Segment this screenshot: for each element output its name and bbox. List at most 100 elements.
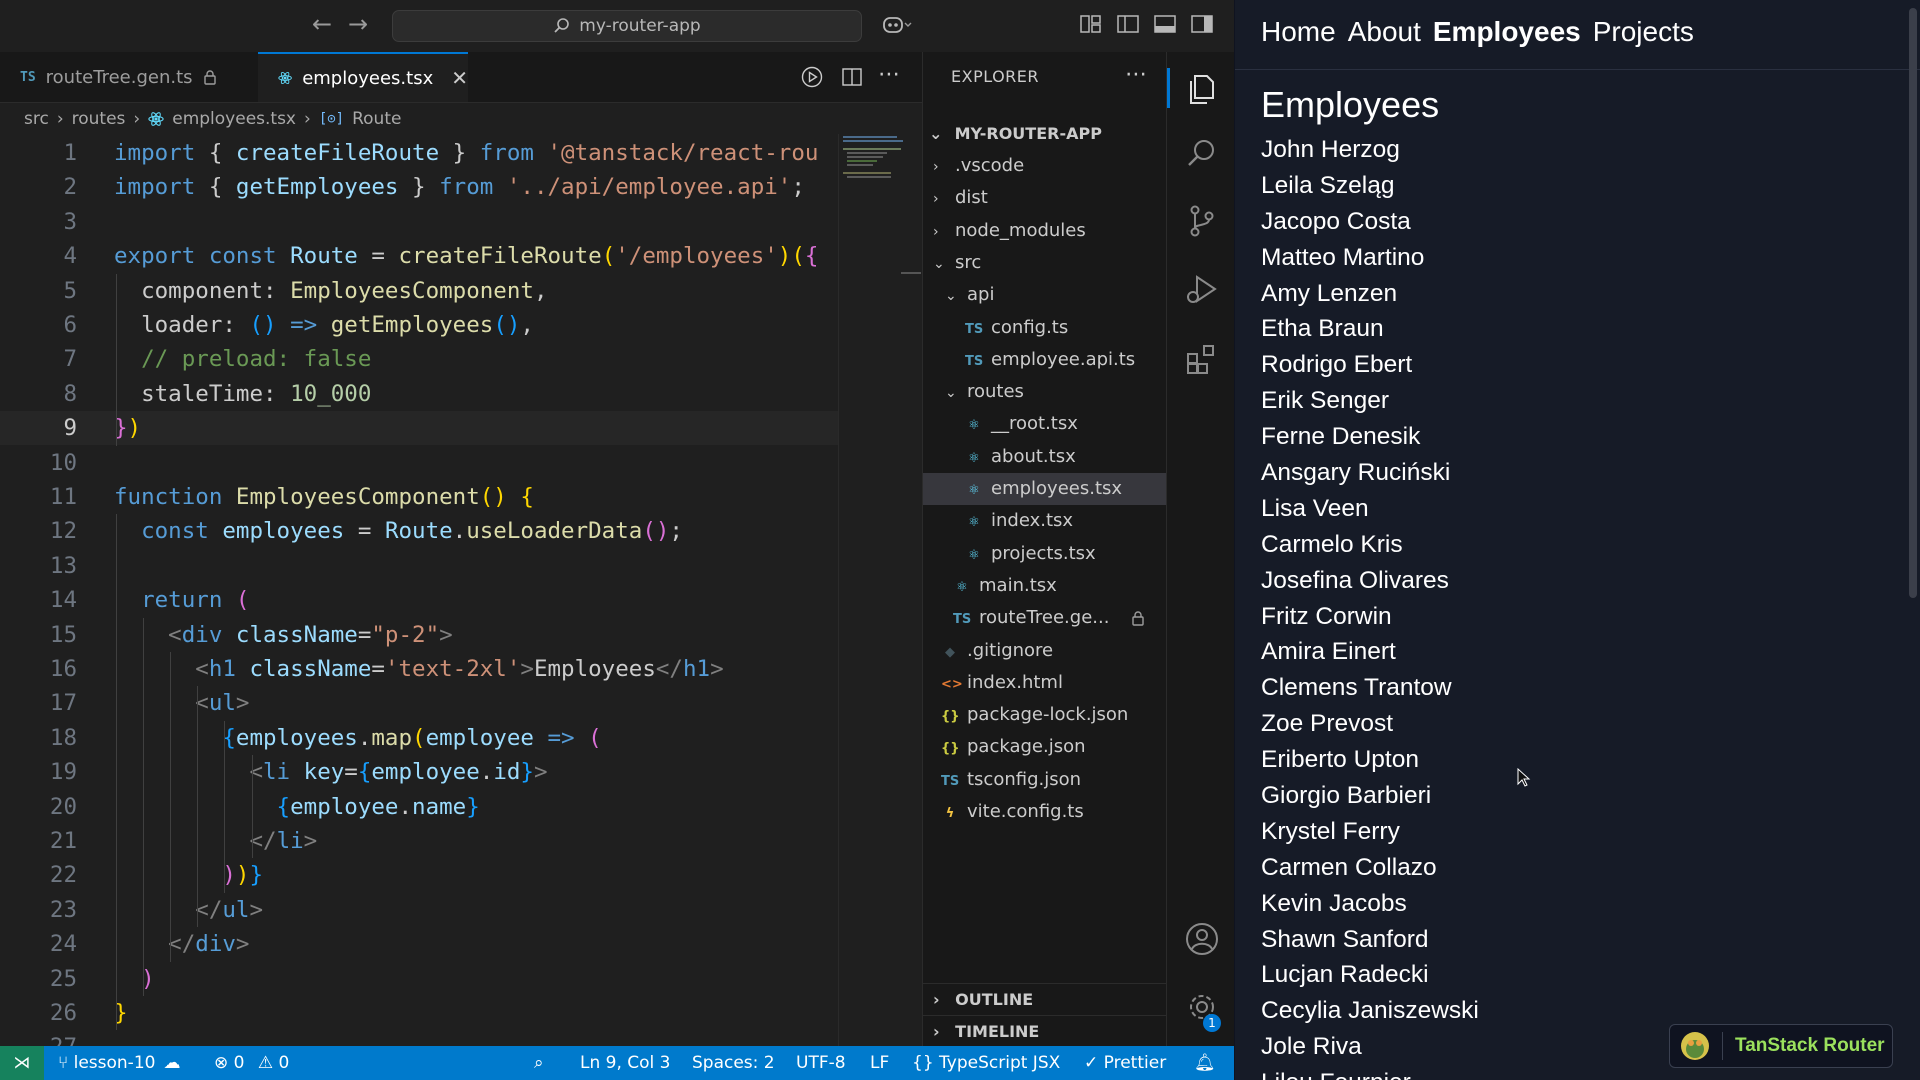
code-line[interactable]: 14 return ( xyxy=(0,583,838,617)
forward-arrow-icon[interactable]: → xyxy=(348,10,368,38)
explorer-file[interactable]: TS routeTree.ge... xyxy=(923,602,1167,634)
cursor-position[interactable]: Ln 9, Col 3 xyxy=(580,1046,671,1080)
code-line[interactable]: 3 xyxy=(0,205,838,239)
tab-employees-tsx[interactable]: employees.tsx ✕ xyxy=(258,52,468,102)
explorer-folder[interactable]: › .vscode xyxy=(923,150,1167,182)
nav-link-projects[interactable]: Projects xyxy=(1593,16,1694,48)
explorer-file[interactable]: TS tsconfig.json xyxy=(923,764,1167,796)
indentation[interactable]: Spaces: 2 xyxy=(692,1046,775,1080)
end-of-line[interactable]: LF xyxy=(870,1046,889,1080)
code-line[interactable]: 15 <div className="p-2"> xyxy=(0,618,838,652)
minimap[interactable] xyxy=(838,134,923,1046)
code-line[interactable]: 2 import { getEmployees } from '../api/em… xyxy=(0,170,838,204)
extensions-icon[interactable] xyxy=(1185,342,1219,376)
timeline-section[interactable]: › TIMELINE xyxy=(923,1015,1167,1048)
run-debug-icon[interactable] xyxy=(1185,272,1219,306)
code-line[interactable]: 24 </div> xyxy=(0,927,838,961)
explorer-file[interactable]: ⚛ projects.tsx xyxy=(923,538,1167,570)
remote-indicator-icon[interactable]: ⋊ xyxy=(0,1046,44,1080)
explorer-folder[interactable]: ⌄ src xyxy=(923,247,1167,279)
toggle-primary-sidebar-icon[interactable] xyxy=(1117,14,1139,34)
explorer-file[interactable]: ⚛ main.tsx xyxy=(923,570,1167,602)
code-line[interactable]: 7 // preload: false xyxy=(0,342,838,376)
chevron-down-icon: ⌄ xyxy=(945,385,957,402)
back-arrow-icon[interactable]: ← xyxy=(312,10,332,38)
code-line[interactable]: 6 loader: () => getEmployees(), xyxy=(0,308,838,342)
more-actions-icon[interactable]: ⋯ xyxy=(878,62,901,87)
code-line[interactable]: 25 ) xyxy=(0,962,838,996)
problems-indicator[interactable]: ⊗ 0 ⚠ 0 xyxy=(214,1046,289,1080)
code-line[interactable]: 8 staleTime: 10_000 xyxy=(0,377,838,411)
explorer-more-icon[interactable]: ⋯ xyxy=(1125,62,1147,87)
explorer-folder[interactable]: ⌄ api xyxy=(923,279,1167,311)
code-line[interactable]: 20 {employee.name} xyxy=(0,790,838,824)
code-line[interactable]: 4 export const Route = createFileRoute('/… xyxy=(0,239,838,273)
toggle-panel-icon[interactable] xyxy=(1154,14,1176,34)
code-line[interactable]: 21 </li> xyxy=(0,824,838,858)
outline-section[interactable]: › OUTLINE xyxy=(923,983,1167,1016)
close-tab-icon[interactable]: ✕ xyxy=(451,66,468,90)
explorer-file[interactable]: <> index.html xyxy=(923,667,1167,699)
explorer-file[interactable]: ϟ vite.config.ts xyxy=(923,796,1167,828)
code-line[interactable]: 13 xyxy=(0,549,838,583)
breadcrumb-item-src[interactable]: src xyxy=(24,109,49,129)
copilot-icon[interactable] xyxy=(882,14,912,36)
breadcrumb-item-symbol[interactable]: Route xyxy=(352,109,401,129)
code-line[interactable]: 16 <h1 className='text-2xl'>Employees</h… xyxy=(0,652,838,686)
code-line[interactable]: 19 <li key={employee.id}> xyxy=(0,755,838,789)
breadcrumb-item-file[interactable]: employees.tsx xyxy=(172,109,296,129)
zoom-icon[interactable]: ⌕ xyxy=(534,1046,544,1080)
explorer-file[interactable]: ⚛ index.tsx xyxy=(923,505,1167,537)
run-icon[interactable] xyxy=(801,66,823,88)
nav-link-employees[interactable]: Employees xyxy=(1433,16,1581,48)
error-icon: ⊗ xyxy=(214,1053,234,1073)
explorer-file[interactable]: TS employee.api.ts xyxy=(923,344,1167,376)
project-root-folder[interactable]: ⌄ MY-ROUTER-APP xyxy=(923,118,1167,150)
code-line[interactable]: 9}) xyxy=(0,411,838,446)
code-line[interactable]: 1 import { createFileRoute } from '@tanst… xyxy=(0,136,838,170)
code-line[interactable]: 26} xyxy=(0,996,838,1030)
code-line[interactable]: 27 xyxy=(0,1030,838,1046)
tab-routetree-gen[interactable]: TS routeTree.gen.ts xyxy=(0,52,258,102)
code-line[interactable]: 5 component: EmployeesComponent, xyxy=(0,274,838,308)
source-control-icon[interactable] xyxy=(1185,204,1219,238)
code-line[interactable]: 11 function EmployeesComponent() { xyxy=(0,480,838,514)
git-branch[interactable]: ⑂ lesson-10 ☁ xyxy=(58,1046,180,1080)
split-editor-icon[interactable] xyxy=(841,66,863,88)
language-mode[interactable]: {} TypeScript JSX xyxy=(912,1046,1060,1080)
explorer-file[interactable]: TS config.ts xyxy=(923,312,1167,344)
tanstack-router-devtools-button[interactable]: TanStack Router xyxy=(1669,1024,1893,1068)
code-line[interactable]: 17 <ul> xyxy=(0,686,838,720)
explorer-file[interactable]: ⚛ __root.tsx xyxy=(923,408,1167,440)
code-text: import { getEmployees } from '../api/emp… xyxy=(114,174,805,201)
nav-link-home[interactable]: Home xyxy=(1261,16,1336,48)
explorer-files-icon[interactable] xyxy=(1185,72,1219,106)
code-line[interactable]: 22 ))} xyxy=(0,858,838,892)
explorer-folder[interactable]: › dist xyxy=(923,182,1167,214)
toggle-secondary-sidebar-icon[interactable] xyxy=(1191,14,1213,34)
code-line[interactable]: 12 const employees = Route.useLoaderData… xyxy=(0,514,838,548)
customize-layout-icon[interactable] xyxy=(1080,14,1102,34)
code-text: staleTime: 10_000 xyxy=(114,380,372,407)
account-icon[interactable] xyxy=(1185,922,1219,956)
code-line[interactable]: 18 {employees.map(employee => ( xyxy=(0,721,838,755)
explorer-folder[interactable]: ⌄ routes xyxy=(923,376,1167,408)
code-line[interactable]: 10 xyxy=(0,446,838,480)
notifications-bell-icon[interactable]: 🔔︎ xyxy=(1194,1046,1216,1080)
search-icon[interactable] xyxy=(1185,136,1219,170)
breadcrumb-item-routes[interactable]: routes xyxy=(72,109,126,129)
nav-link-about[interactable]: About xyxy=(1348,16,1421,48)
command-center-search[interactable]: my-router-app xyxy=(392,10,862,42)
explorer-file[interactable]: {} package.json xyxy=(923,731,1167,763)
prettier-status[interactable]: ✓ Prettier xyxy=(1084,1046,1166,1080)
explorer-file[interactable]: {} package-lock.json xyxy=(923,699,1167,731)
scrollbar-thumb[interactable] xyxy=(1909,8,1917,598)
explorer-file[interactable]: ⚛ about.tsx xyxy=(923,441,1167,473)
explorer-file[interactable]: ◆ .gitignore xyxy=(923,635,1167,667)
encoding[interactable]: UTF-8 xyxy=(796,1046,846,1080)
code-editor[interactable]: 1 import { createFileRoute } from '@tanst… xyxy=(0,134,838,1046)
explorer-folder[interactable]: › node_modules xyxy=(923,215,1167,247)
tab-label: routeTree.gen.ts xyxy=(45,66,193,88)
explorer-file[interactable]: ⚛ employees.tsx xyxy=(923,473,1167,505)
code-line[interactable]: 23 </ul> xyxy=(0,893,838,927)
